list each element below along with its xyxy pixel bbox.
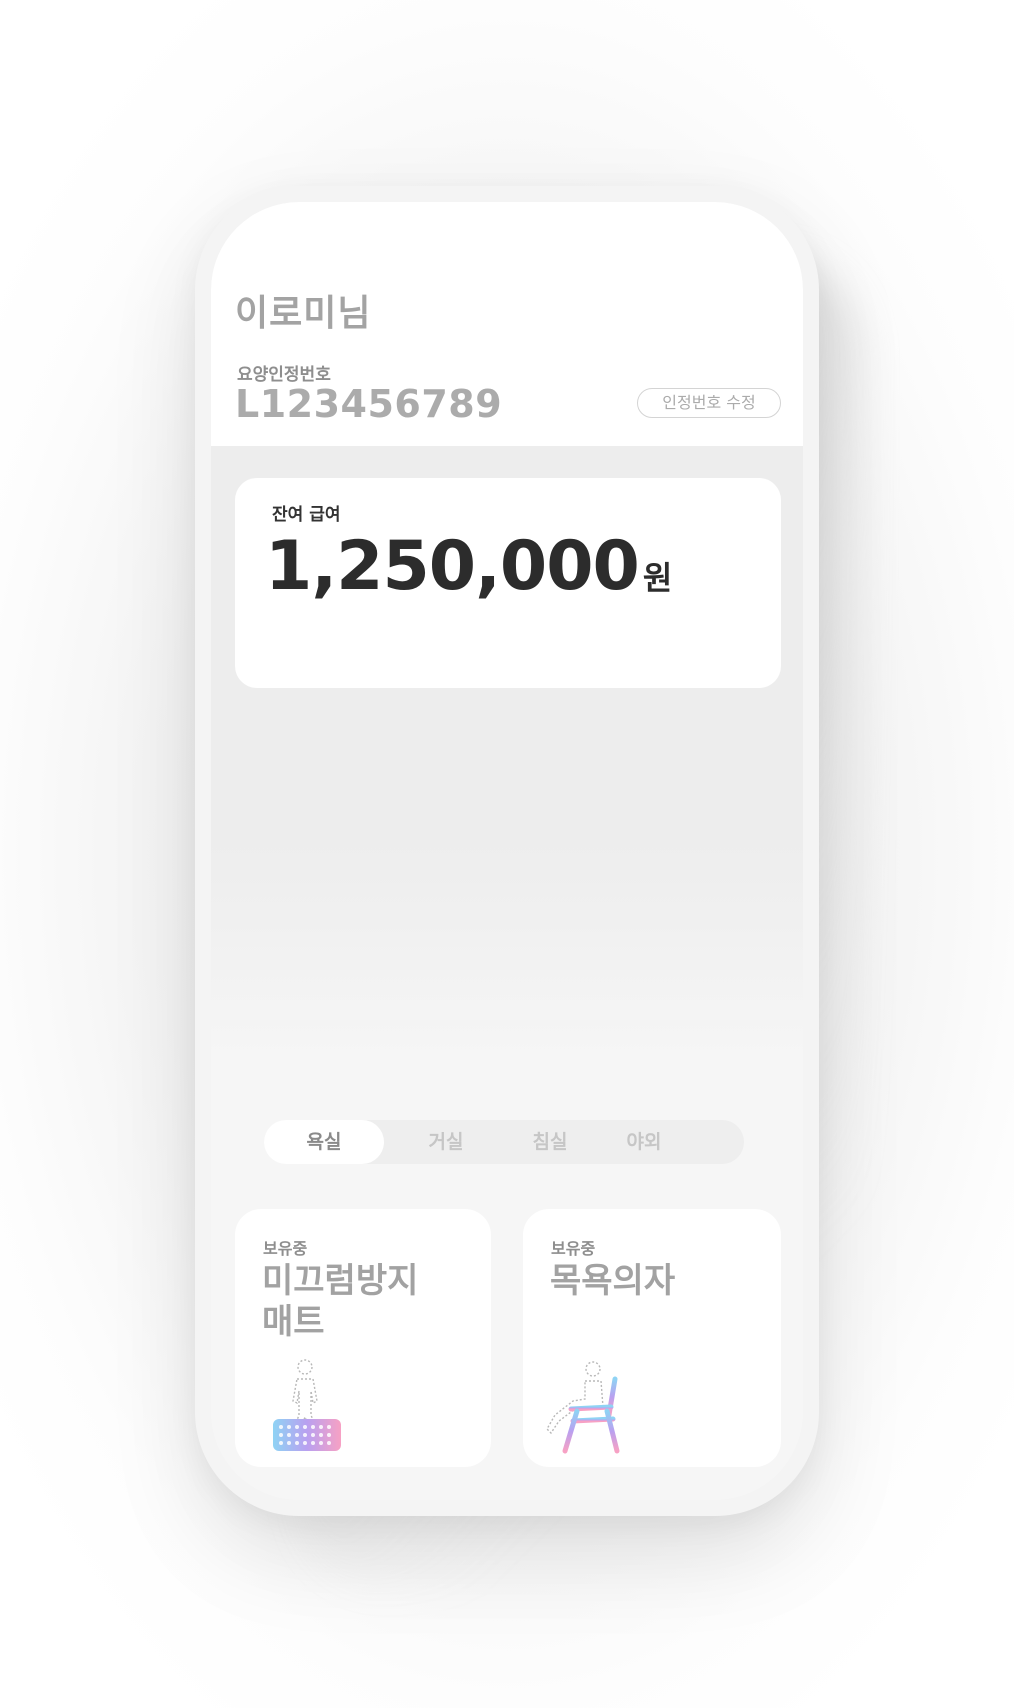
room-tabs: 욕실 거실 침실 야외 (264, 1120, 744, 1164)
balance-card: 잔여 급여 1,250,000 원 (235, 478, 781, 688)
mockup-stage: 이로미님 요양인정번호 L123456789 인정번호 수정 잔여 급여 1,2… (0, 0, 1014, 1708)
balance-unit: 원 (642, 559, 673, 597)
balance-amount-value: 1,250,000 (265, 527, 640, 606)
balance-amount: 1,250,000 원 (265, 527, 673, 606)
user-name: 이로미님 (235, 293, 372, 334)
item-status: 보유중 (551, 1239, 596, 1258)
item-name: 목욕의자 (550, 1261, 676, 1301)
tab-outdoor[interactable]: 야외 (594, 1120, 694, 1164)
tab-bathroom[interactable]: 욕실 (264, 1120, 384, 1164)
item-status: 보유중 (263, 1239, 308, 1258)
balance-label: 잔여 급여 (272, 505, 341, 525)
tab-living-room[interactable]: 거실 (396, 1120, 496, 1164)
app-screen: 이로미님 요양인정번호 L123456789 인정번호 수정 잔여 급여 1,2… (211, 202, 803, 1500)
cert-number: L123456789 (235, 382, 503, 426)
item-card-bath-chair[interactable]: 보유중 목욕의자 (523, 1209, 781, 1467)
bath-chair-icon (546, 1361, 620, 1454)
phone-frame: 이로미님 요양인정번호 L123456789 인정번호 수정 잔여 급여 1,2… (195, 186, 819, 1516)
item-card-anti-slip-mat[interactable]: 보유중 미끄럼방지 매트 (235, 1209, 491, 1467)
edit-cert-number-button[interactable]: 인정번호 수정 (637, 388, 781, 418)
anti-slip-mat-icon (273, 1359, 341, 1451)
item-name: 미끄럼방지 매트 (262, 1261, 419, 1343)
profile-header: 이로미님 요양인정번호 L123456789 인정번호 수정 (211, 202, 803, 446)
tab-bedroom[interactable]: 침실 (500, 1120, 600, 1164)
